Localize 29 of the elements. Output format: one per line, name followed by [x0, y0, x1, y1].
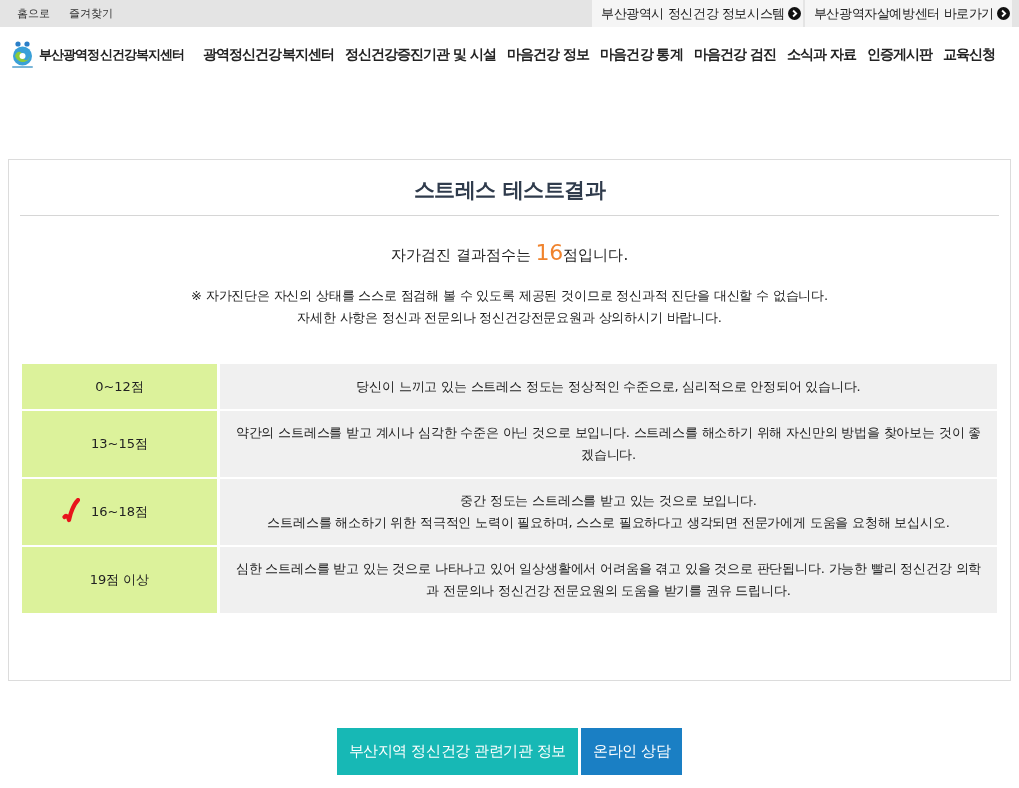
nav-link[interactable]: 마음건강 검진 — [693, 46, 776, 64]
arrow-circle-icon — [787, 7, 801, 20]
nav-link[interactable]: 정신건강증진기관 및 시설 — [344, 46, 497, 64]
range-cell: 19점 이상 — [22, 547, 217, 613]
top-link[interactable]: 홈으로 — [17, 6, 50, 21]
range-cell: 13~15점 — [22, 411, 217, 477]
nav-link[interactable]: 교육신청 — [943, 46, 996, 64]
arrow-circle-icon — [997, 7, 1010, 20]
nav-link[interactable]: 인증게시판 — [867, 46, 933, 64]
range-cell: 0~12점 — [22, 364, 217, 409]
result-title: 스트레스 테스트결과 — [413, 178, 606, 202]
description-cell: 당신이 느끼고 있는 스트레스 정도는 정상적인 수준으로, 심리적으로 안정되어 있습니다. — [220, 364, 997, 409]
external-link[interactable]: 부산광역시 정신건강 정보시스템 — [592, 0, 803, 27]
description-cell: 약간의 스트레스를 받고 계시나 심각한 수준은 아닌 것으로 보입니다. 스트레스를 해소하기 위해 자신만의 방법을 찾아보는 것이 좋겠습니다. — [220, 411, 997, 477]
nav-link[interactable]: 마음건강 정보 — [507, 46, 590, 64]
score-sentence: 자가검진 결과점수는 16점입니다. — [390, 240, 629, 267]
site-name[interactable]: 부산광역정신건강복지센터 — [39, 46, 185, 64]
notice-text: 자세한 사항은 정신과 전문의나 정신건강전문요원과 상의하시기 바랍니다. — [297, 309, 722, 327]
top-link[interactable]: 즐겨찾기 — [69, 6, 113, 21]
description-cell: 심한 스트레스를 받고 있는 것으로 나타나고 있어 일상생활에서 어려움을 겪고 있을 것으로 판단됩니다. 가능한 빨리 정신건강 의학과 전문의나 정신건강 전문요원의 도움을 받기를 권유 드립니다. — [220, 547, 997, 613]
logo-icon[interactable] — [9, 41, 36, 69]
range-cell: 16~18점 — [22, 479, 217, 545]
nav-link[interactable]: 광역정신건강복지센터 — [203, 46, 334, 64]
link-button[interactable]: 온라인 상담 — [581, 728, 683, 775]
notice-text: ※ 자가진단은 자신의 상태를 스스로 점검해 볼 수 있도록 제공된 것이므로 정신과적 진단을 대신할 수 없습니다. — [191, 287, 828, 305]
external-link[interactable]: 부산광역자살예방센터 바로가기 — [804, 0, 1012, 27]
description-cell: 중간 정도는 스트레스를 받고 있는 것으로 보입니다. 스트레스를 해소하기 위한 적극적인 노력이 필요하며, 스스로 필요하다고 생각되면 전문가에게 도움을 요청해 보십시오. — [220, 479, 997, 545]
nav-link[interactable]: 소식과 자료 — [786, 46, 856, 64]
nav-link[interactable]: 마음건강 통계 — [600, 46, 683, 64]
